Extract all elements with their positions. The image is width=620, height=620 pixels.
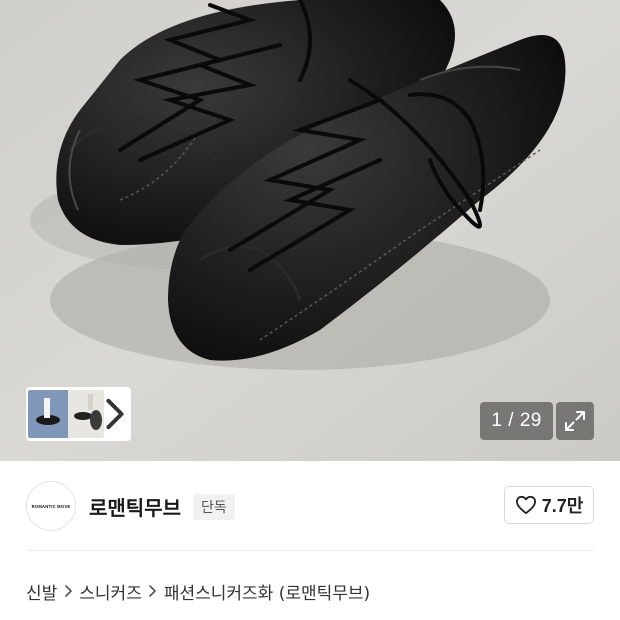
image-counter-current: 1 <box>491 410 503 431</box>
brand-logo[interactable]: ROMANTIC MOVE <box>26 481 76 531</box>
section-divider <box>26 550 594 551</box>
brand-row: ROMANTIC MOVE 로맨틱무브 단독 7.7만 <box>0 461 620 551</box>
chevron-right-icon <box>57 581 79 601</box>
brand-name[interactable]: 로맨틱무브 <box>89 492 181 521</box>
breadcrumb-item-fashion-sneakers[interactable]: 패션스니커즈화 (로맨틱무브) <box>164 579 370 604</box>
expand-arrows-icon <box>565 411 585 431</box>
like-button[interactable]: 7.7만 <box>504 486 594 524</box>
image-counter-separator: / <box>508 410 514 431</box>
like-count: 7.7만 <box>541 496 584 516</box>
image-counter-total: 29 <box>519 410 542 431</box>
exclusive-badge: 단독 <box>193 494 235 520</box>
chevron-right-icon <box>106 398 124 430</box>
breadcrumb-item-shoes[interactable]: 신발 <box>26 579 57 604</box>
thumbnail-strip[interactable] <box>26 387 131 441</box>
breadcrumb-item-sneakers[interactable]: 스니커즈 <box>79 579 142 604</box>
thumbnail-next-button[interactable] <box>104 390 126 438</box>
brand-logo-text: ROMANTIC MOVE <box>31 503 71 509</box>
product-image-gallery[interactable]: 1 / 29 <box>0 0 620 461</box>
thumbnail-image[interactable] <box>28 390 104 438</box>
heart-outline-icon <box>515 495 536 515</box>
image-counter: 1 / 29 <box>480 402 553 440</box>
expand-image-button[interactable] <box>556 402 594 440</box>
chevron-right-icon <box>142 581 164 601</box>
breadcrumb: 신발 스니커즈 패션스니커즈화 (로맨틱무브) <box>26 578 370 604</box>
